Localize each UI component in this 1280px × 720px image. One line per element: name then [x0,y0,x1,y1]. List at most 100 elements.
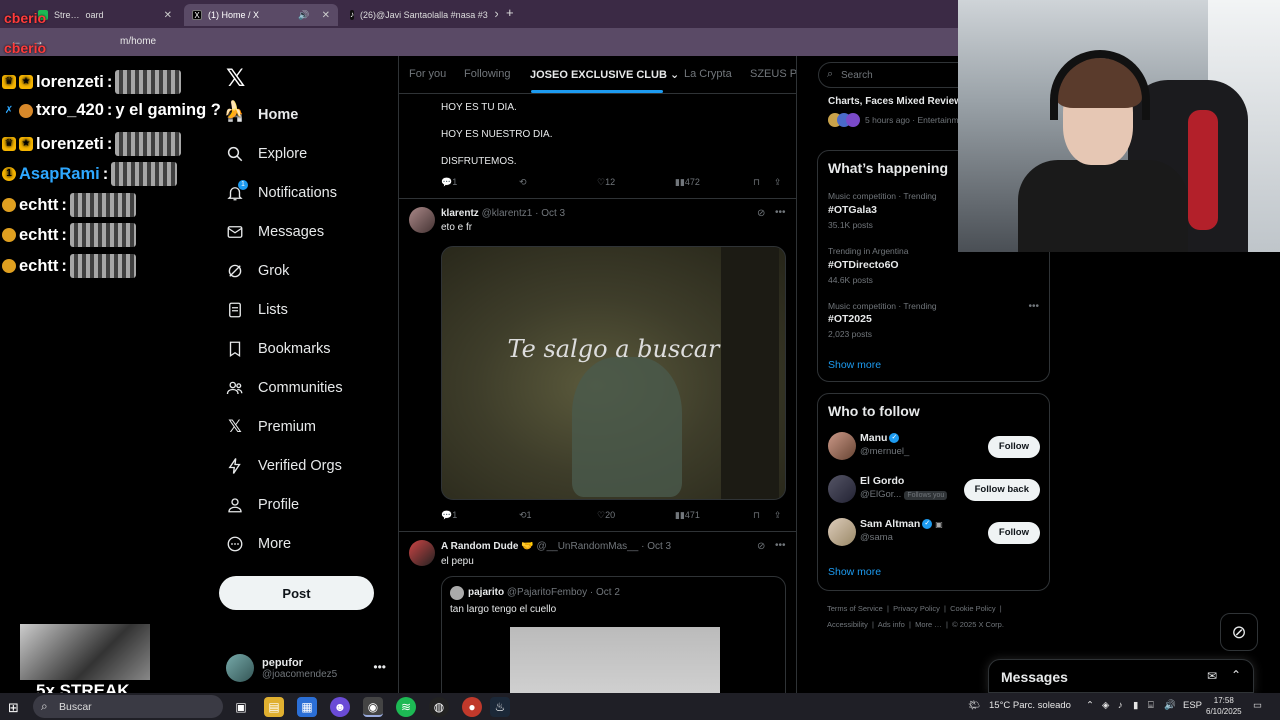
show-more-link[interactable]: Show more [828,359,881,371]
speaker-icon[interactable]: 🔊 [298,10,309,21]
tab-szeus[interactable]: SZEUS Pe [750,68,796,80]
footer-link[interactable]: Ads info [878,620,905,629]
nav-notifications[interactable]: 1 Notifications [226,180,337,202]
avatar[interactable] [409,540,435,566]
nav-communities[interactable]: Communities [226,379,343,397]
new-message-icon[interactable]: ✉ [1207,669,1217,683]
reply-button[interactable]: 💬 1 [441,510,457,521]
follow-button[interactable]: Follow [987,436,1040,458]
follow-button[interactable]: Follow [987,522,1040,544]
close-icon[interactable]: ✕ [164,10,172,21]
account-switcher[interactable]: pepufor @joacomendez5 ••• [226,650,386,686]
nav-verified-orgs[interactable]: Verified Orgs [226,457,342,475]
grok-fab-icon[interactable]: ⊘ [1220,613,1258,651]
suggestion-name[interactable]: Sam Altman ✓ ▣ [860,518,943,530]
footer-link[interactable]: Terms of Service [827,604,883,613]
browser-tab-1[interactable]: Stre… oard ✕ [30,4,180,26]
post-date[interactable]: Oct 3 [541,208,565,219]
footer-link[interactable]: More … [915,620,942,629]
post-video[interactable]: Te salgo a buscar [441,246,786,500]
usb-icon[interactable]: ▮ [1133,700,1138,711]
browser-tab-3[interactable]: ♪ (26)@Javi Santaolalla #nasa #3 ✕ [342,4,498,26]
browser-tab-2[interactable]: X (1) Home / X 🔊 ✕ [184,4,338,26]
suggestion-name[interactable]: El Gordo [860,475,904,487]
nav-premium[interactable]: 𝕏 Premium [226,417,316,436]
language-indicator[interactable]: ESP [1183,700,1202,711]
taskbar-search[interactable]: ⌕ Buscar [33,695,223,718]
volume-icon[interactable]: 🔊 [1164,700,1176,711]
repost-button[interactable]: ⟲ 1 [519,510,532,521]
avatar[interactable] [409,207,435,233]
nav-lists[interactable]: Lists [226,301,288,319]
share-icon[interactable]: ⇪ [774,510,782,521]
steam-icon[interactable]: ♨ [490,697,510,717]
quoted-post[interactable]: pajarito @PajaritoFemboy · Oct 2 tan lar… [441,576,786,693]
task-view-icon[interactable]: ▣ [231,697,251,717]
windows-start-icon[interactable]: ⊞ [8,700,19,716]
tab-joseo-exclusive-club[interactable]: JOSEO EXCLUSIVE CLUB ⌄ [530,68,679,81]
more-dots-icon[interactable]: ••• [775,207,786,218]
avatar[interactable] [828,432,856,460]
more-dots-icon[interactable]: ••• [373,660,386,674]
suggestion-name[interactable]: Manu ✓ [860,432,900,444]
weather-text[interactable]: 15°C Parc. soleado [989,700,1071,711]
app-icon[interactable]: ◍ [429,697,449,717]
close-icon[interactable]: ✕ [322,10,330,21]
post-date[interactable]: Oct 3 [647,541,671,552]
author-handle[interactable]: @__UnRandomMas__ [536,541,638,552]
obs-icon[interactable]: ● [462,697,482,717]
chrome-icon[interactable]: ◉ [363,697,383,717]
grok-icon[interactable]: ⊘ [757,541,765,552]
like-button[interactable]: ♡ 20 [597,510,615,521]
author-name[interactable]: klarentz [441,208,479,219]
grok-icon[interactable]: ⊘ [757,208,765,219]
reply-button[interactable]: 💬 1 [441,177,457,188]
author-handle[interactable]: @klarentz1 [482,208,533,219]
avatar[interactable] [828,475,856,503]
show-more-link[interactable]: Show more [828,566,881,578]
new-tab-button[interactable]: + [506,5,514,20]
tray-app-icon[interactable]: ◈ [1102,700,1109,711]
views-button[interactable]: ▮▮ 471 [675,510,700,521]
tab-la-crypta[interactable]: La Crypta [684,68,732,80]
nav-messages[interactable]: Messages [226,223,324,241]
nav-grok[interactable]: Grok [226,262,289,280]
messages-dock[interactable]: Messages ✉ ⌃ [988,659,1254,693]
tray-bell-icon[interactable]: ♪ [1118,700,1123,711]
views-button[interactable]: ▮▮ 472 [675,177,700,188]
footer-link[interactable]: Cookie Policy [950,604,995,613]
bookmark-icon[interactable]: ⊓ [753,510,760,521]
trend-name[interactable]: #OTDirecto6O [828,259,899,271]
author-name[interactable]: A Random Dude [441,541,518,552]
tab-following[interactable]: Following [464,68,510,80]
trend-name[interactable]: #OT2025 [828,313,872,325]
share-icon[interactable]: ⇪ [774,177,782,188]
close-icon[interactable]: ✕ [494,10,498,21]
store-icon[interactable]: ▦ [297,697,317,717]
bookmark-icon[interactable]: ⊓ [753,177,760,188]
footer-link[interactable]: Privacy Policy [893,604,940,613]
clock[interactable]: 17:58 6/10/2025 [1206,695,1242,717]
footer-link[interactable]: Accessibility [827,620,868,629]
more-dots-icon[interactable]: ••• [1028,301,1039,312]
follow-back-button[interactable]: Follow back [963,479,1040,501]
tray-chevron-icon[interactable]: ⌃ [1086,700,1094,711]
nav-more[interactable]: More [226,535,291,553]
avatar[interactable] [828,518,856,546]
like-button[interactable]: ♡ 12 [597,177,615,188]
tab-for-you[interactable]: For you [409,68,446,80]
notifications-icon[interactable]: ▭ [1253,700,1262,711]
nav-bookmarks[interactable]: Bookmarks [226,340,331,358]
top-story-title[interactable]: Charts, Faces Mixed Review [828,96,962,107]
repost-button[interactable]: ⟲ [519,177,527,188]
x-logo-icon[interactable]: 𝕏 [226,64,245,93]
url-field[interactable]: m/home [120,36,156,47]
trend-name[interactable]: #OTGala3 [828,204,877,216]
discord-icon[interactable]: ☻ [330,697,350,717]
file-explorer-icon[interactable]: ▤ [264,697,284,717]
nav-profile[interactable]: Profile [226,496,299,514]
chevron-up-icon[interactable]: ⌃ [1231,668,1241,682]
more-dots-icon[interactable]: ••• [775,540,786,551]
spotify-icon[interactable]: ≋ [396,697,416,717]
network-icon[interactable]: ⌸ [1148,700,1154,711]
